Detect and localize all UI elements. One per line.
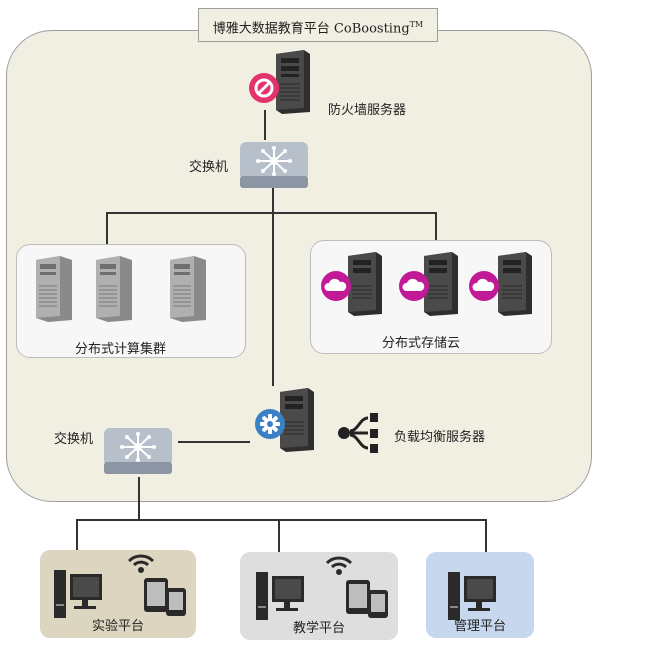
firewall-switch-link xyxy=(264,110,266,140)
lb-switch-link xyxy=(178,441,250,443)
trademark-mark: TM xyxy=(409,20,424,29)
switch-client-drop-link xyxy=(138,477,140,519)
lab-platform-box: 实验平台 xyxy=(40,550,196,638)
teaching-platform-box: 教学平台 xyxy=(240,552,398,640)
storage-drop-link xyxy=(435,212,437,242)
lab-platform-label: 实验平台 xyxy=(91,619,144,634)
main-trunk-link xyxy=(272,186,274,386)
firewall-shield-icon xyxy=(248,72,280,104)
management-platform-box: 管理平台 xyxy=(426,552,534,638)
desktop-computer-icon xyxy=(254,566,306,624)
gear-icon xyxy=(254,408,286,440)
desktop-computer-icon xyxy=(52,564,104,622)
cluster-bus-link xyxy=(106,212,436,214)
compute-drop-link xyxy=(106,212,108,246)
load-balancer-label: 负载均衡服务器 xyxy=(394,430,486,445)
diagram-title: 博雅大数据教育平台 CoBoostingTM xyxy=(198,8,438,42)
compute-cluster-label: 分布式计算集群 xyxy=(75,342,167,357)
storage-server-icon xyxy=(494,250,534,316)
cloud-icon xyxy=(320,270,352,302)
client-bus-link xyxy=(76,519,486,521)
load-balance-icon xyxy=(336,410,382,456)
network-switch-icon xyxy=(238,140,310,192)
switch-top-label: 交换机 xyxy=(189,160,229,175)
firewall-label: 防火墙服务器 xyxy=(328,103,407,118)
teaching-platform-label: 教学平台 xyxy=(292,621,345,636)
wifi-icon xyxy=(324,554,354,576)
network-switch-icon xyxy=(102,426,174,478)
wifi-icon xyxy=(126,552,156,574)
compute-server-icon xyxy=(34,256,74,322)
compute-server-icon xyxy=(168,256,208,322)
storage-cloud-label: 分布式存储云 xyxy=(382,336,461,351)
cloud-icon xyxy=(398,270,430,302)
management-platform-label: 管理平台 xyxy=(453,619,506,634)
tablet-phone-icon xyxy=(344,578,390,618)
title-text: 博雅大数据教育平台 CoBoosting xyxy=(212,21,410,37)
cloud-icon xyxy=(468,270,500,302)
compute-server-icon xyxy=(94,256,134,322)
switch-bottom-label: 交换机 xyxy=(54,432,94,447)
tablet-phone-icon xyxy=(142,576,188,616)
